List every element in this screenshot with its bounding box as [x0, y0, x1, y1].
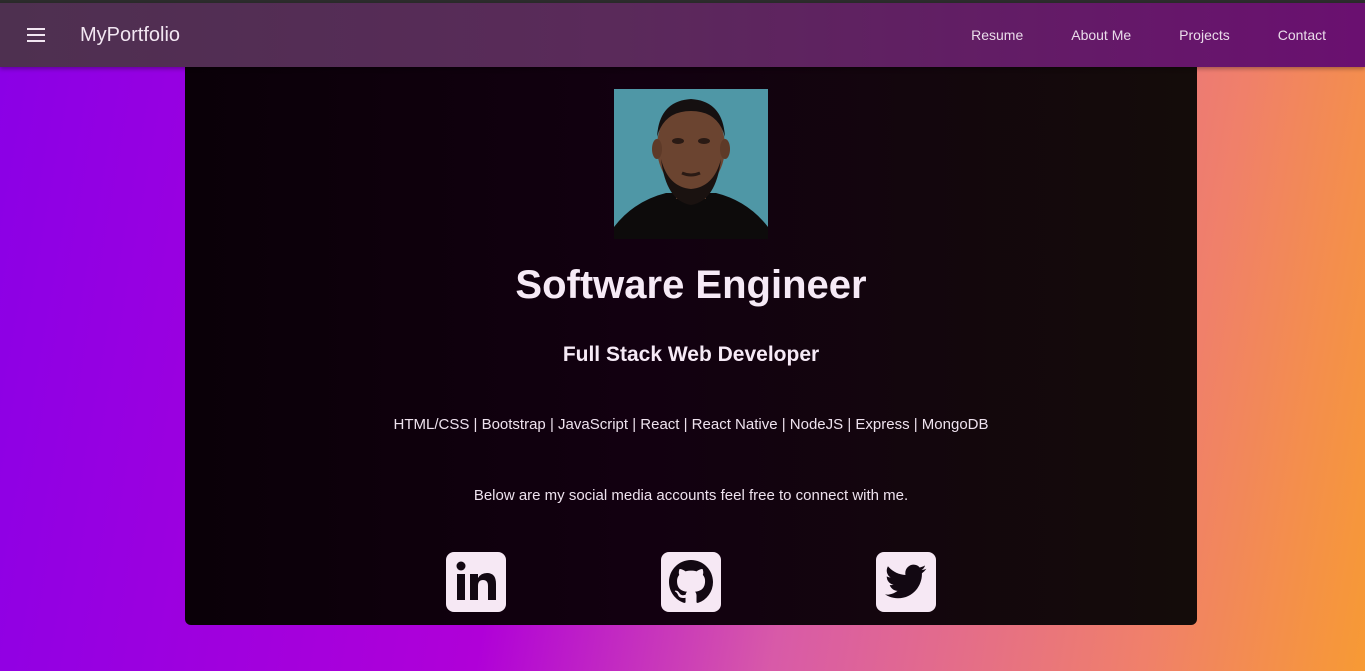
social-intro-text: Below are my social media accounts feel …	[473, 487, 909, 504]
profile-card: Software Engineer Full Stack Web Develop…	[185, 67, 1197, 625]
nav-link-projects[interactable]: Projects	[1179, 27, 1230, 43]
page-title: Software Engineer	[515, 263, 867, 307]
hamburger-menu-icon[interactable]	[24, 23, 48, 47]
brand-logo[interactable]: MyPortfolio	[80, 23, 180, 47]
twitter-icon[interactable]	[876, 552, 936, 612]
nav-link-contact[interactable]: Contact	[1278, 27, 1326, 43]
page-subtitle: Full Stack Web Developer	[562, 343, 820, 366]
linkedin-icon[interactable]	[446, 552, 506, 612]
navbar: MyPortfolio Resume About Me Projects Con…	[0, 3, 1365, 67]
nav-link-resume[interactable]: Resume	[971, 27, 1023, 43]
profile-avatar	[614, 89, 768, 239]
github-icon[interactable]	[661, 552, 721, 612]
skills-list: HTML/CSS | Bootstrap | JavaScript | Reac…	[393, 416, 989, 433]
nav-link-about-me[interactable]: About Me	[1071, 27, 1131, 43]
nav-links: Resume About Me Projects Contact	[923, 3, 1326, 67]
